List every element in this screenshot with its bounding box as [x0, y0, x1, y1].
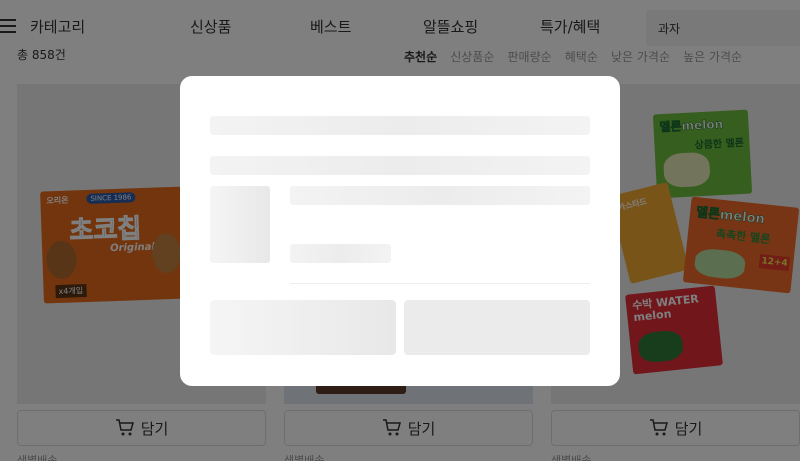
loading-modal — [180, 76, 620, 386]
skeleton-cancel-button[interactable] — [210, 300, 396, 355]
skeleton-thumbnail — [210, 186, 270, 263]
divider — [290, 283, 590, 284]
skeleton-title — [210, 116, 590, 135]
skeleton-product-name — [290, 186, 590, 205]
skeleton-price — [290, 244, 391, 263]
skeleton-confirm-button[interactable] — [404, 300, 590, 355]
skeleton-subtitle — [210, 156, 590, 175]
